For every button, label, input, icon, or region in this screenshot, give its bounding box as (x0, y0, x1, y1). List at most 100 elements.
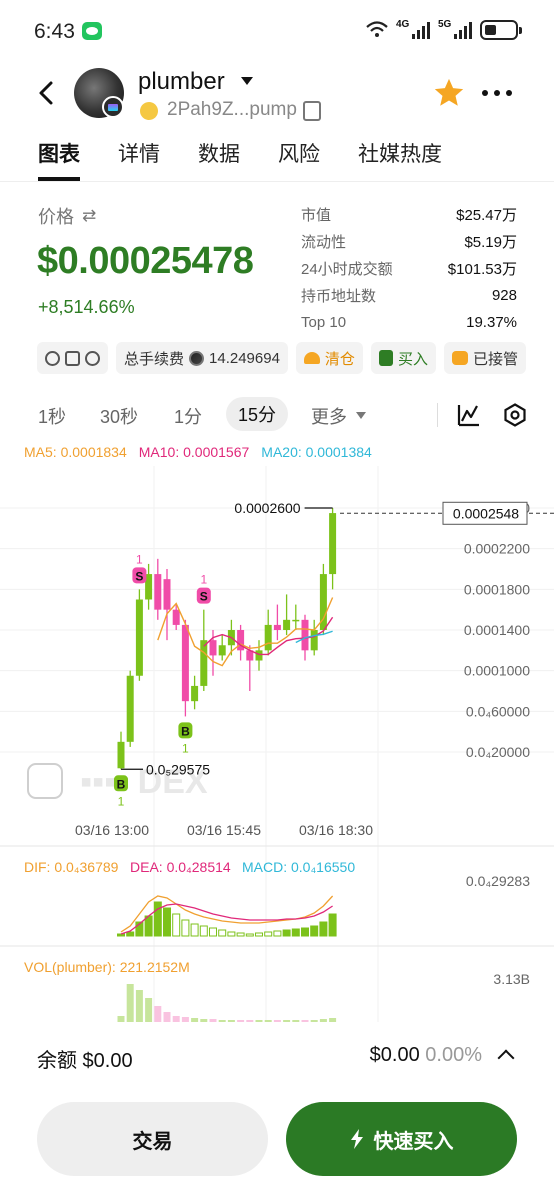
tab-data[interactable]: 数据 (198, 138, 240, 181)
macd-bar (218, 929, 227, 937)
volume-bar (209, 1019, 217, 1022)
macd-bar (291, 928, 300, 937)
volume-bar (218, 1020, 226, 1022)
ma20-legend: MA20: 0.0001384 (261, 444, 372, 460)
price-chart[interactable]: 0.0002600 0.0002200 0.0001800 0.0001400 0.00… (0, 466, 554, 1026)
clear-position-chip[interactable]: 清仓 (295, 342, 363, 374)
total-fee-chip[interactable]: 总手续费 14.249694 (116, 342, 288, 374)
volume-bar (145, 998, 153, 1022)
back-arrow-icon[interactable] (34, 78, 58, 108)
ma-legend: MA5: 0.0001834 MA10: 0.0001567 MA20: 0.0… (24, 444, 372, 460)
volume-bar (301, 1020, 309, 1022)
action-chips: 总手续费 14.249694 清仓 买入 已接管 (37, 342, 554, 374)
pill-icon (136, 98, 162, 124)
volume-bar (200, 1019, 208, 1022)
tab-social[interactable]: 社媒热度 (358, 138, 442, 181)
volume-bar (227, 1020, 235, 1022)
macd-bar (273, 930, 282, 937)
search-icon (85, 350, 100, 366)
macd-dea-label: DEA: 0.0₄28514 (130, 859, 231, 875)
managed-chip[interactable]: 已接管 (443, 342, 526, 374)
indicator-icon[interactable] (457, 403, 481, 427)
tf-more[interactable]: 更多 (311, 403, 347, 429)
signal-4g-icon: 4G (396, 19, 430, 39)
macd-bar (209, 927, 217, 937)
expand-caret-icon[interactable] (497, 1049, 515, 1067)
volume-bar (237, 1020, 245, 1022)
volume-bar (310, 1020, 318, 1022)
volume-bar (191, 1018, 199, 1022)
volume-bar (126, 984, 134, 1022)
x-tick-label: 03/16 13:00 (75, 822, 149, 838)
position-value: $0.00 0.00% (369, 1044, 482, 1066)
wechat-notification-icon (82, 22, 102, 40)
candle-body (301, 619, 309, 651)
current-price: $0.00025478 (37, 240, 254, 282)
balance-bar: 余额 $0.00 $0.00 0.00% (0, 1040, 554, 1076)
last-price-label: 0.0002548 (453, 505, 519, 521)
tf-15m[interactable]: 15分 (226, 397, 289, 431)
macd-axis-label: 0.0₄29283 (466, 873, 530, 889)
candle-body (255, 650, 263, 661)
candle-body (126, 675, 134, 742)
token-stats: 市值 $25.47万 流动性 $5.19万 24小时成交额 $101.53万 持币地址… (301, 201, 517, 336)
macd-bar (126, 931, 135, 937)
volume-bar (172, 1016, 180, 1022)
token-name[interactable]: plumber (138, 68, 225, 96)
tab-chart[interactable]: 图表 (38, 138, 80, 181)
candle-body (154, 574, 162, 610)
swap-arrows-icon[interactable]: ⇄ (82, 206, 96, 226)
tf-1s[interactable]: 1秒 (38, 403, 66, 429)
quick-tools-chip[interactable] (37, 342, 108, 374)
copy-icon[interactable] (303, 97, 327, 121)
macd-value-label: MACD: 0.0₄16550 (242, 859, 355, 875)
settings-hex-icon[interactable] (503, 403, 527, 427)
favorite-star-icon[interactable] (432, 76, 466, 110)
quick-buy-label: 快速买入 (373, 1130, 454, 1153)
window-icon (65, 350, 80, 366)
more-caret-icon[interactable] (356, 412, 366, 419)
tf-30s[interactable]: 30秒 (100, 403, 138, 429)
trade-marker-count: 1 (118, 794, 125, 808)
trade-button[interactable]: 交易 (37, 1102, 268, 1176)
volume-bar (163, 1012, 171, 1022)
trade-marker-label: B (117, 777, 126, 791)
money-bag-icon (378, 350, 393, 366)
volume-bar (181, 1017, 189, 1022)
group-icon (451, 351, 468, 365)
candle-body (200, 640, 208, 686)
volume-bar (255, 1020, 263, 1022)
signal-5g-icon: 5G (438, 19, 472, 39)
buy-chip[interactable]: 买入 (370, 342, 436, 374)
y-tick-label: 0.0001000 (464, 663, 530, 679)
tabs-divider (0, 181, 554, 182)
macd-bar (245, 933, 254, 937)
macd-bar (264, 931, 273, 937)
token-switch-caret-icon[interactable] (241, 77, 253, 85)
more-menu-icon[interactable] (482, 84, 516, 102)
tab-details[interactable]: 详情 (118, 138, 160, 181)
volume-bar (292, 1020, 300, 1022)
trade-marker-label: S (135, 569, 143, 583)
macd-dif-label: DIF: 0.0₄36789 (24, 859, 119, 875)
quick-buy-button[interactable]: 快速买入 (286, 1102, 517, 1176)
dif-line (120, 895, 334, 933)
candle-body (329, 513, 337, 575)
fullscreen-icon (27, 763, 63, 799)
y-tick-label: 0.0001400 (464, 622, 530, 638)
token-address: 2Pah9Z...pump (167, 99, 297, 120)
stat-row-top10: Top 10 19.37% (301, 314, 517, 331)
dea-line (120, 903, 333, 935)
tab-risk[interactable]: 风险 (278, 138, 320, 181)
lightning-icon (350, 1129, 363, 1149)
macd-bar (319, 921, 328, 937)
stat-row-holders: 持币地址数 928 (301, 287, 517, 305)
volume-bar (264, 1020, 272, 1022)
tf-1m[interactable]: 1分 (174, 403, 202, 429)
y-tick-label: 0.0001800 (464, 581, 530, 597)
low-price-label: 0.0₅29575 (146, 761, 210, 777)
macd-bar (282, 929, 291, 937)
candle-body (181, 624, 189, 702)
timeframe-bar: 1秒 30秒 1分 15分 更多 (0, 397, 554, 437)
chef-hat-icon (303, 352, 320, 364)
